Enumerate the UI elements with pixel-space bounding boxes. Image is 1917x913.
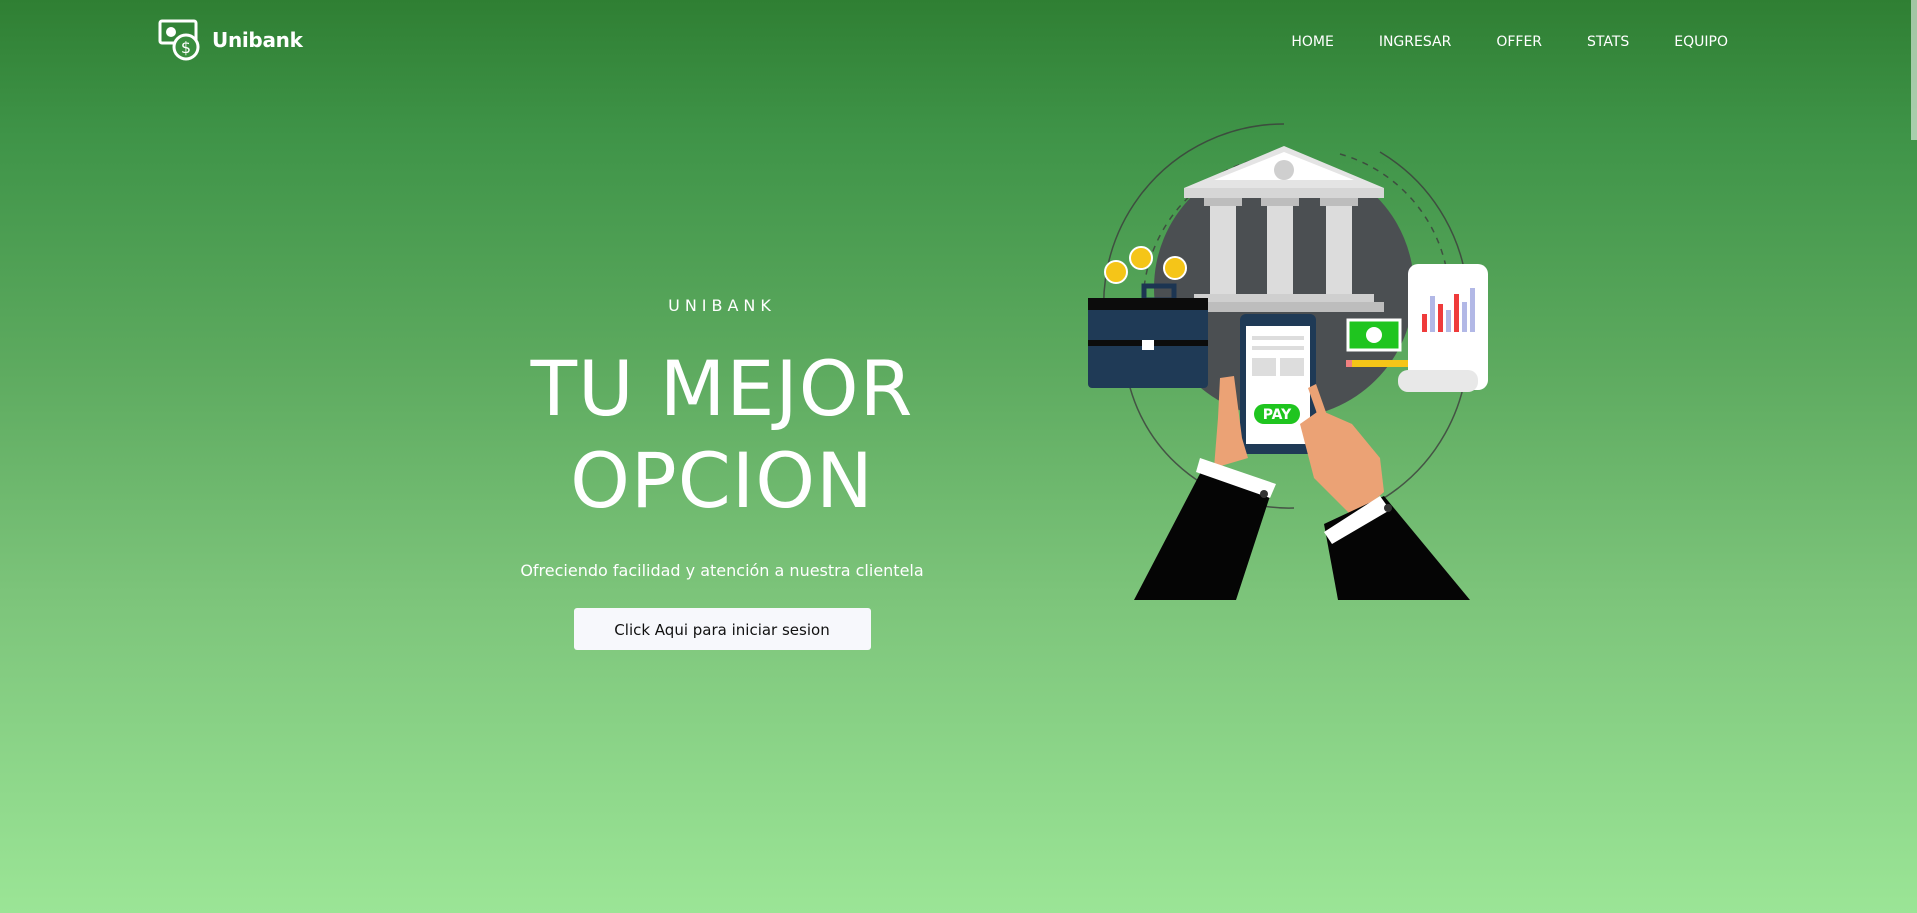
nav-offer[interactable]: OFFER <box>1496 34 1542 50</box>
top-navbar: $ Unibank HOME INGRESAR OFFER STATS EQUI… <box>0 0 1917 84</box>
hero-eyebrow: UNIBANK <box>668 296 776 315</box>
right-hand-icon <box>1300 384 1470 600</box>
nav-ingresar[interactable]: INGRESAR <box>1379 34 1451 50</box>
brand-logo[interactable]: $ Unibank <box>158 18 303 62</box>
briefcase-icon <box>1088 283 1208 388</box>
cash-bill-icon <box>1346 318 1402 352</box>
nav-home[interactable]: HOME <box>1291 34 1333 50</box>
main-menu: HOME INGRESAR OFFER STATS EQUIPO <box>1246 0 1728 84</box>
bank-payment-illustration: PAY <box>1088 123 1488 600</box>
scrollbar-thumb[interactable] <box>1911 0 1917 140</box>
svg-text:PAY: PAY <box>1263 407 1292 423</box>
login-button[interactable]: Click Aqui para iniciar sesion <box>573 608 871 650</box>
svg-text:$: $ <box>181 38 191 57</box>
money-dollar-icon: $ <box>158 19 200 61</box>
hero-section: UNIBANK TU MEJOR OPCION Ofreciendo facil… <box>460 290 984 650</box>
brand-name: Unibank <box>212 28 303 52</box>
report-chart-icon <box>1398 264 1488 392</box>
hero-headline-line1: TU MEJOR <box>530 344 914 433</box>
nav-stats[interactable]: STATS <box>1587 34 1629 50</box>
hero-headline: TU MEJOR OPCION <box>460 343 984 527</box>
nav-equipo[interactable]: EQUIPO <box>1674 34 1728 50</box>
hero-headline-line2: OPCION <box>570 436 874 525</box>
hero-subtitle: Ofreciendo facilidad y atención a nuestr… <box>520 561 924 580</box>
